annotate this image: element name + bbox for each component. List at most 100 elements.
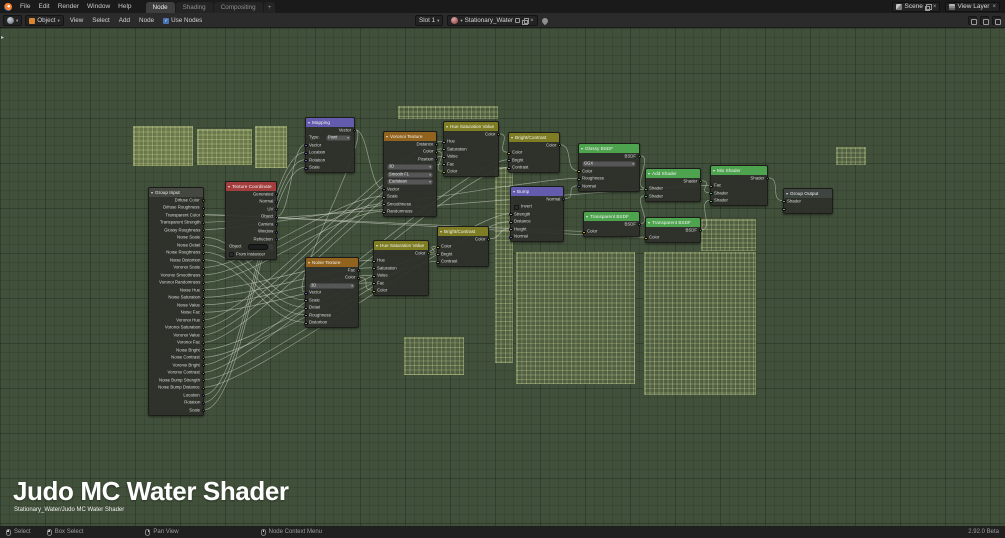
value-socket[interactable]: [201, 206, 205, 210]
value-socket[interactable]: [201, 371, 205, 375]
vector-socket[interactable]: [577, 185, 581, 189]
object-field[interactable]: [248, 244, 268, 251]
vector-socket[interactable]: [382, 188, 386, 192]
menu-render[interactable]: Render: [54, 3, 83, 10]
value-socket[interactable]: [442, 163, 446, 167]
value-socket[interactable]: [372, 282, 376, 286]
dropdown[interactable]: Smooth F1: [387, 171, 433, 178]
shader-type-dropdown[interactable]: Object: [25, 15, 64, 26]
value-socket[interactable]: [201, 221, 205, 225]
collapse-icon[interactable]: [440, 229, 442, 234]
node-groupout[interactable]: Group Output Shader: [782, 188, 833, 214]
vector-socket[interactable]: [509, 235, 513, 239]
collapse-icon[interactable]: [308, 260, 310, 265]
node-bc1[interactable]: Bright/Contrast Color Color Bright Contrast: [507, 132, 561, 173]
shader-socket[interactable]: [644, 187, 648, 191]
value-socket[interactable]: [436, 253, 440, 257]
value-socket[interactable]: [201, 356, 205, 360]
value-socket[interactable]: [382, 195, 386, 199]
color-socket[interactable]: [507, 151, 511, 155]
value-socket[interactable]: [382, 203, 386, 207]
vector-socket[interactable]: [201, 401, 205, 405]
add-workspace-button[interactable]: +: [263, 1, 276, 13]
node-texcoord[interactable]: Texture Coordinate Generated Normal UV Objec…: [225, 181, 278, 260]
editor-type-button[interactable]: [3, 15, 23, 26]
vector-socket[interactable]: [304, 291, 308, 295]
collapse-icon[interactable]: [511, 135, 513, 140]
menu-add[interactable]: Add: [116, 17, 133, 24]
menu-window[interactable]: Window: [83, 3, 114, 10]
value-socket[interactable]: [442, 148, 446, 152]
toolbar-expand-icon[interactable]: [1, 34, 4, 41]
node-noise[interactable]: Noise Texture Fac Color 3D Vector Scale Detail…: [304, 257, 360, 328]
menu-help[interactable]: Help: [114, 3, 135, 10]
workspace-tab-shading[interactable]: Shading: [175, 1, 213, 13]
node-mapping[interactable]: MappingVectorType:PointVectorLocationRot…: [304, 117, 356, 173]
blender-logo-icon[interactable]: [4, 2, 12, 11]
pin-icon[interactable]: [540, 16, 549, 25]
node-bc2[interactable]: Bright/Contrast Color Color Bright Contrast: [436, 226, 490, 267]
shader-socket[interactable]: [709, 199, 713, 203]
value-socket[interactable]: [372, 259, 376, 263]
use-nodes-checkbox[interactable]: Use Nodes: [163, 17, 202, 24]
collapse-icon[interactable]: [308, 120, 310, 125]
workspace-tab-compositing[interactable]: Compositing: [213, 1, 263, 13]
value-socket[interactable]: [372, 267, 376, 271]
value-socket[interactable]: [507, 166, 511, 170]
collapse-icon[interactable]: [581, 146, 583, 151]
unlink-material-icon[interactable]: [529, 18, 534, 24]
value-socket[interactable]: [201, 251, 205, 255]
material-selector[interactable]: Stationary_Water: [447, 15, 538, 26]
node-header[interactable]: Texture Coordinate: [226, 182, 276, 191]
node-header[interactable]: Mapping: [306, 118, 354, 127]
node-header[interactable]: Glossy BSDF: [579, 144, 639, 153]
scene-selector[interactable]: Scene: [892, 1, 941, 12]
value-socket[interactable]: [442, 155, 446, 159]
collapse-icon[interactable]: [228, 184, 230, 189]
node-header[interactable]: Mix Shader: [711, 166, 767, 175]
value-socket[interactable]: [201, 236, 205, 240]
new-scene-icon[interactable]: [924, 4, 932, 11]
node-header[interactable]: Noise Texture: [306, 258, 358, 267]
vector-socket[interactable]: [304, 151, 308, 155]
node-header[interactable]: Bright/Contrast: [509, 133, 559, 142]
vector-socket[interactable]: [274, 200, 278, 204]
node-header[interactable]: Transparent BSDF: [584, 212, 639, 221]
node-header[interactable]: Bright/Contrast: [438, 227, 488, 236]
collapse-icon[interactable]: [151, 190, 153, 195]
shader-socket[interactable]: [644, 195, 648, 199]
menu-node[interactable]: Node: [136, 17, 157, 24]
new-material-icon[interactable]: [522, 18, 530, 25]
value-socket[interactable]: [509, 228, 513, 232]
menu-file[interactable]: File: [16, 3, 34, 10]
value-socket[interactable]: [304, 306, 308, 310]
collapse-icon[interactable]: [586, 214, 588, 219]
unlink-scene-icon[interactable]: [932, 4, 937, 10]
color-socket[interactable]: [442, 170, 446, 174]
value-socket[interactable]: [304, 321, 308, 325]
value-socket[interactable]: [201, 266, 205, 270]
shader-socket[interactable]: [709, 192, 713, 196]
dropdown[interactable]: 3D: [387, 164, 433, 171]
color-socket[interactable]: [434, 150, 438, 154]
node-header[interactable]: Group Output: [784, 189, 832, 198]
value-socket[interactable]: [304, 314, 308, 318]
menu-view[interactable]: View: [67, 17, 87, 24]
collapse-icon[interactable]: [648, 171, 650, 176]
eyedropper-icon[interactable]: [269, 244, 273, 251]
collapse-icon[interactable]: [376, 243, 378, 248]
node-header[interactable]: Add Shader: [646, 169, 700, 178]
menu-edit[interactable]: Edit: [34, 3, 53, 10]
value-socket[interactable]: [201, 326, 205, 330]
unlink-view-layer-icon[interactable]: [991, 4, 996, 10]
checkbox[interactable]: [514, 204, 519, 210]
node-header[interactable]: Voronoi Texture: [384, 132, 436, 141]
node-header[interactable]: Hue Saturation Value: [444, 122, 498, 131]
view-layer-selector[interactable]: View Layer: [945, 1, 1000, 12]
color-socket[interactable]: [436, 245, 440, 249]
vector-socket[interactable]: [304, 144, 308, 148]
color-socket[interactable]: [577, 170, 581, 174]
collapse-icon[interactable]: [513, 189, 515, 194]
color-socket[interactable]: [372, 289, 376, 293]
value-socket[interactable]: [782, 207, 786, 211]
